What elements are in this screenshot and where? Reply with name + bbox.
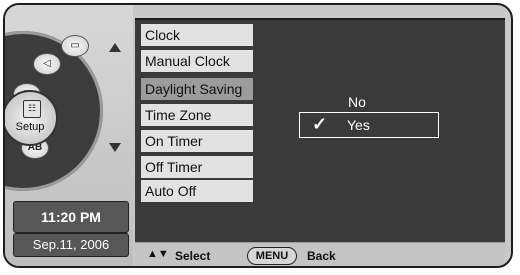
- option-yes-label: Yes: [347, 117, 370, 133]
- select-hint: Select: [175, 249, 211, 263]
- speaker-icon[interactable]: ◁: [33, 53, 61, 75]
- checkmark-icon: ✓: [312, 114, 328, 134]
- tv-menu-window: ▭ ◁ ≋ ▣ AB ☷ Setup 11:20 PM Sep.11, 2006…: [3, 3, 513, 268]
- option-yes[interactable]: ✓ Yes: [299, 112, 439, 138]
- setup-label: Setup: [15, 121, 45, 133]
- menu-item-off-timer[interactable]: Off Timer: [141, 156, 253, 178]
- menu-item-daylight-saving[interactable]: Daylight Saving: [141, 78, 253, 100]
- bottom-bar: ▲▼ Select MENU Back: [135, 242, 505, 266]
- option-no[interactable]: No: [348, 94, 366, 110]
- clock-date: Sep.11, 2006: [13, 233, 129, 257]
- wheel-down-arrow-icon[interactable]: [109, 143, 121, 152]
- wheel-up-arrow-icon[interactable]: [109, 43, 121, 52]
- options-panel: No ✓ Yes: [255, 24, 501, 220]
- menu-item-manual-clock[interactable]: Manual Clock: [141, 50, 253, 72]
- menu-area: Clock Manual Clock Daylight Saving Time …: [135, 18, 505, 244]
- menu-item-on-timer[interactable]: On Timer: [141, 130, 253, 152]
- screen-icon[interactable]: ▭: [61, 35, 89, 57]
- menu-item-clock[interactable]: Clock: [141, 24, 253, 46]
- menu-item-time-zone[interactable]: Time Zone: [141, 104, 253, 126]
- setup-icon: ☷: [23, 100, 41, 118]
- clock-time: 11:20 PM: [13, 201, 129, 233]
- menu-button[interactable]: MENU: [247, 247, 297, 265]
- up-down-arrow-icon: ▲▼: [147, 248, 169, 260]
- setup-knob-icon[interactable]: ☷ Setup: [5, 90, 58, 146]
- left-panel: ▭ ◁ ≋ ▣ AB ☷ Setup 11:20 PM Sep.11, 2006: [5, 5, 133, 266]
- menu-wheel[interactable]: ▭ ◁ ≋ ▣ AB ☷ Setup: [5, 31, 103, 191]
- menu-item-auto-off[interactable]: Auto Off: [141, 180, 253, 202]
- back-hint: Back: [307, 249, 336, 263]
